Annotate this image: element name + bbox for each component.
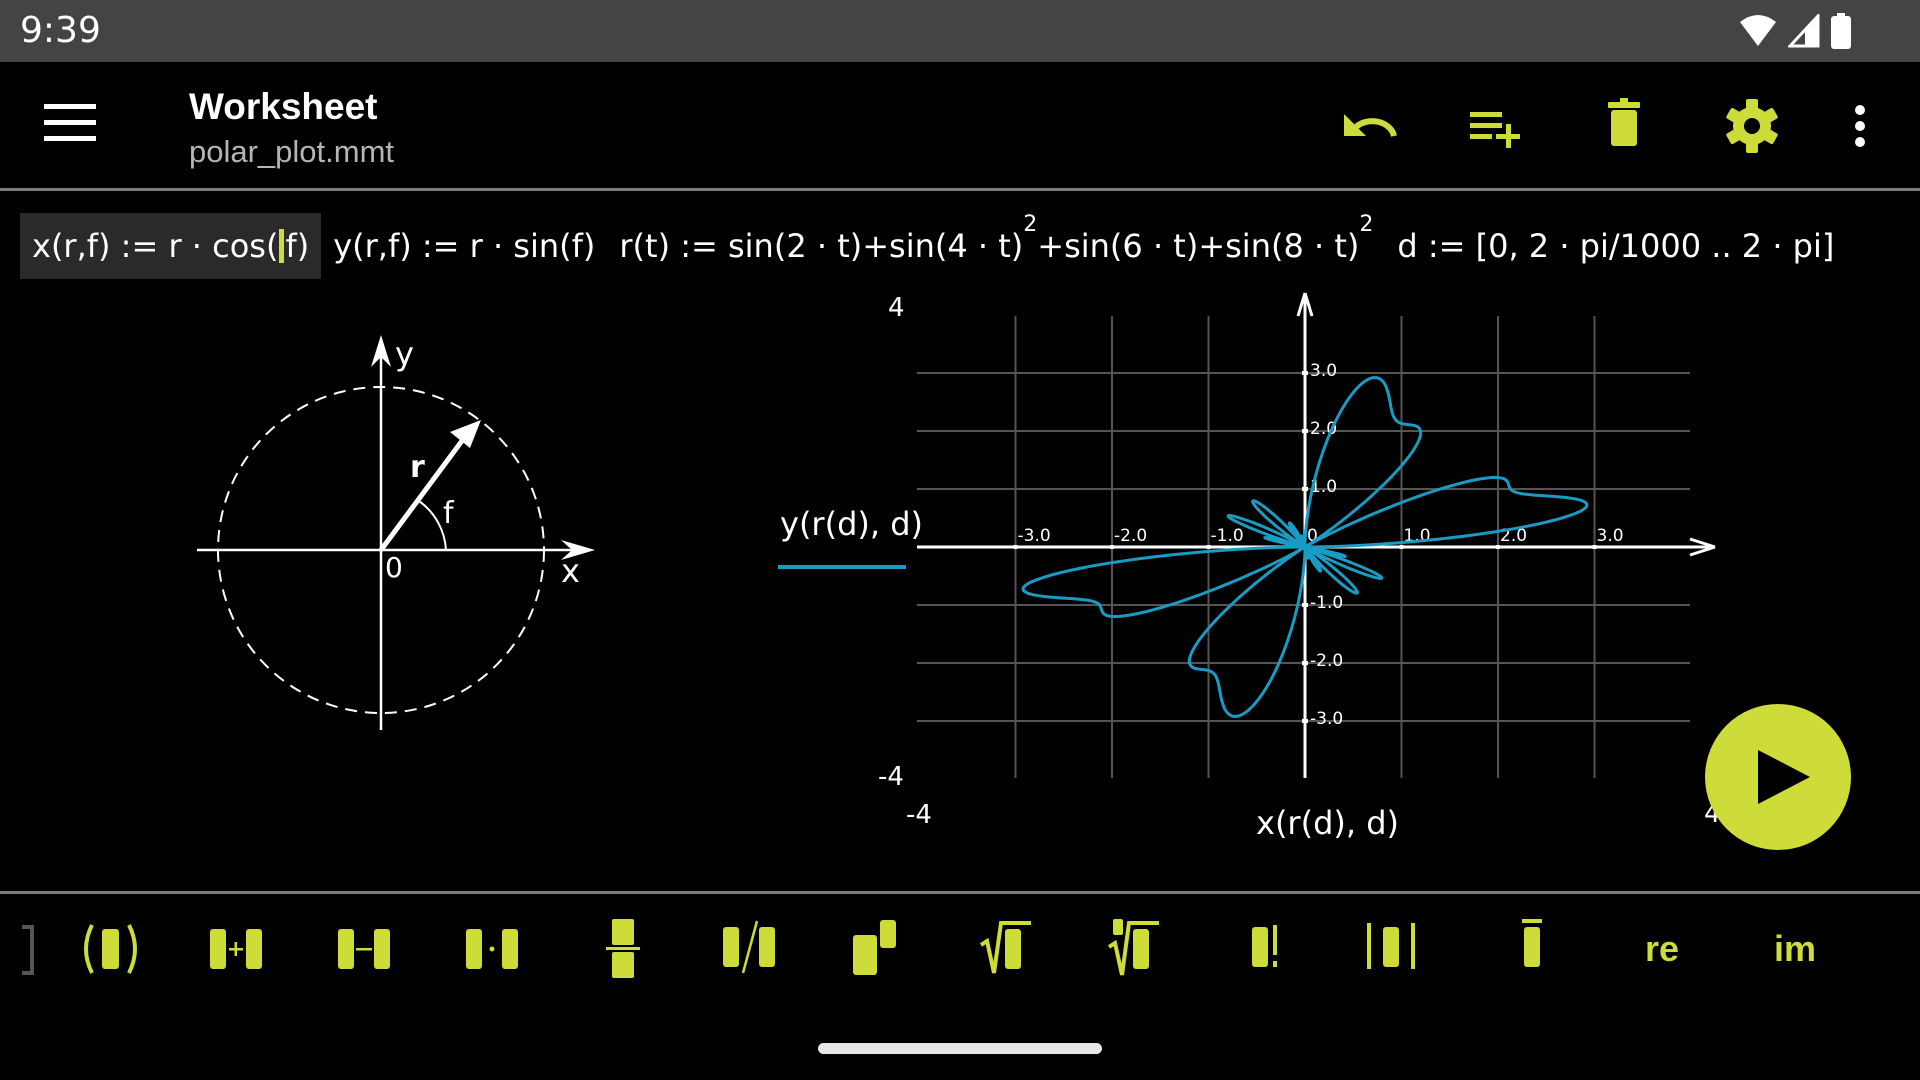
toolbar-power-button[interactable] [830, 914, 930, 984]
toolbar-subtract-button[interactable] [318, 914, 418, 984]
toolbar-fraction-button[interactable] [574, 914, 674, 984]
y-tick-label: -2.0 [1310, 651, 1343, 671]
plus-operator-icon [210, 929, 262, 969]
plot-x-axis-title: x(r(d), d) [1256, 804, 1399, 842]
factorial-icon [1252, 925, 1277, 967]
parentheses-icon [84, 924, 137, 974]
y-tick-mark [1302, 603, 1308, 607]
y-tick-mark [1302, 487, 1308, 491]
fraction-icon [606, 919, 640, 978]
y-tick-mark [1302, 719, 1308, 723]
toolbar-divide-button[interactable] [702, 914, 802, 984]
run-button[interactable] [1705, 704, 1851, 850]
y-tick-label: -3.0 [1310, 709, 1343, 729]
toolbar-nth-root-button[interactable] [1086, 914, 1186, 984]
divide-slash-icon [723, 920, 775, 974]
power-icon [853, 920, 896, 975]
y-tick-label: -1.0 [1310, 593, 1343, 613]
toolbar-re-button[interactable]: re [1612, 914, 1712, 984]
toolbar-multiply-button[interactable] [446, 914, 546, 984]
plot-y-min-label: -4 [878, 762, 904, 792]
plot-y-max-label: 4 [888, 293, 905, 323]
toolbar-conjugate-button[interactable] [1482, 914, 1582, 984]
home-indicator[interactable] [818, 1043, 1102, 1054]
play-icon [1758, 750, 1810, 804]
y-tick-label: 3.0 [1310, 361, 1337, 381]
multiply-operator-icon [466, 929, 518, 969]
toolbar-add-button[interactable] [190, 914, 290, 984]
minus-operator-icon [338, 929, 390, 969]
toolbar-bracket-button[interactable] [0, 914, 60, 984]
plot-y-axis-title: y(r(d), d) [780, 505, 923, 543]
plot-x-min-label: -4 [906, 800, 932, 830]
toolbar-im-button[interactable]: im [1745, 914, 1845, 984]
toolbar-factorial-button[interactable] [1214, 914, 1314, 984]
toolbar-abs-button[interactable] [1342, 914, 1442, 984]
toolbar-sqrt-button[interactable] [958, 914, 1058, 984]
x-tick-label: -3.0 [1018, 526, 1051, 546]
y-tick-mark [1302, 429, 1308, 433]
sqrt-icon [979, 921, 1031, 974]
conjugate-icon [1522, 919, 1542, 967]
x-tick-label: -1.0 [1211, 526, 1244, 546]
y-tick-mark [1302, 661, 1308, 665]
abs-icon [1367, 923, 1415, 969]
x-tick-label: -2.0 [1114, 526, 1147, 546]
nth-root-icon [1107, 919, 1159, 976]
x-tick-label: 3.0 [1597, 526, 1624, 546]
toolbar-parentheses-button[interactable] [62, 914, 162, 984]
bracket-icon [22, 925, 34, 975]
math-toolbar: re im [0, 894, 1920, 1014]
y-tick-mark [1302, 371, 1308, 375]
